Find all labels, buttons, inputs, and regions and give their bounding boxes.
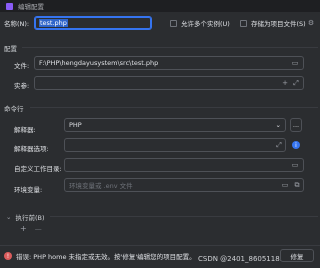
options-input[interactable] [64,138,286,152]
file-label-row: 文件: [14,60,29,70]
name-row: 名称(N): [4,18,29,28]
file-label: 文件: [14,62,30,70]
name-input[interactable]: test.php [34,16,152,30]
env-copy-icon[interactable]: ⧉ [292,180,302,190]
allow-multiple-checkbox[interactable] [170,19,177,27]
env-input[interactable]: 环境变量或 .env 文件 [64,178,304,192]
info-icon[interactable]: i [292,141,300,149]
app-icon [6,2,13,10]
window-titlebar: 编辑配置 [0,0,320,12]
env-folder-icon[interactable]: ▭ [280,180,290,190]
error-message: ! 错误: PHP home 未指定或无效。按'修复'编辑您的项目配置。 [4,251,196,261]
config-section: 配置 [4,43,17,53]
env-label-row: 环境变量: [14,184,42,194]
fix-button[interactable]: 修复 [280,249,314,262]
cmd-section: 命令行 [4,103,24,113]
cmd-section-title: 命令行 [4,105,24,113]
options-label-row: 解释器选项: [14,143,49,153]
expand-options-icon[interactable]: ⤢ [274,140,284,150]
watermark-text: CSDN @2401_86051189 [198,255,285,263]
error-icon: ! [4,252,12,260]
options-label: 解释器选项: [14,145,49,153]
args-label: 实参: [14,82,30,90]
workdir-input[interactable] [64,158,304,172]
remove-task-icon[interactable]: — [35,225,42,233]
interpreter-more-button[interactable]: ... [290,118,302,132]
window-title: 编辑配置 [18,3,44,11]
name-label: 名称(N): [4,20,30,28]
config-divider [22,47,318,48]
store-as-file-label: 存储为项目文件(S) [251,20,306,28]
before-launch-row[interactable]: ⌄ 执行前(B) [6,212,44,222]
args-label-row: 实参: [14,80,29,90]
folder-icon[interactable]: ▭ [290,58,300,68]
store-as-file-row[interactable]: 存储为项目文件(S) [240,18,306,28]
fix-label: 修复 [290,252,304,261]
before-divider [50,216,318,217]
cmd-divider [30,107,318,108]
expand-icon[interactable]: ⤢ [291,78,301,88]
error-text: 错误: PHP home 未指定或无效。按'修复'编辑您的项目配置。 [16,253,196,261]
add-task-icon[interactable]: + [20,224,27,233]
interpreter-more-label: ... [292,121,300,129]
chevron-down-icon: ⌄ [6,213,12,221]
before-launch-title: 执行前(B) [15,214,45,222]
add-arg-icon[interactable]: + [280,78,290,88]
before-toolbar: + — [20,224,42,233]
interpreter-label: 解释器: [14,126,36,134]
args-input[interactable] [34,76,304,90]
config-section-title: 配置 [4,45,17,53]
chevron-down-icon: ⌄ [275,121,281,129]
settings-icon[interactable]: ⚙ [306,18,316,28]
allow-multiple-row[interactable]: 允许多个实例(U) [170,18,230,28]
workdir-folder-icon[interactable]: ▭ [290,160,300,170]
file-input[interactable]: F:\PHP\hengdayusystem\src\test.php [34,56,304,70]
env-label: 环境变量: [14,186,43,194]
interpreter-select[interactable]: PHP ⌄ [64,118,286,132]
workdir-label: 自定义工作目录: [14,165,62,173]
interpreter-value: PHP [69,121,82,129]
file-value: F:\PHP\hengdayusystem\src\test.php [39,59,159,67]
allow-multiple-label: 允许多个实例(U) [181,20,230,28]
interpreter-label-row: 解释器: [14,124,36,134]
name-value: test.php [39,19,68,27]
workdir-label-row: 自定义工作目录: [14,163,62,173]
store-as-file-checkbox[interactable] [240,19,247,27]
env-placeholder: 环境变量或 .env 文件 [69,182,133,190]
